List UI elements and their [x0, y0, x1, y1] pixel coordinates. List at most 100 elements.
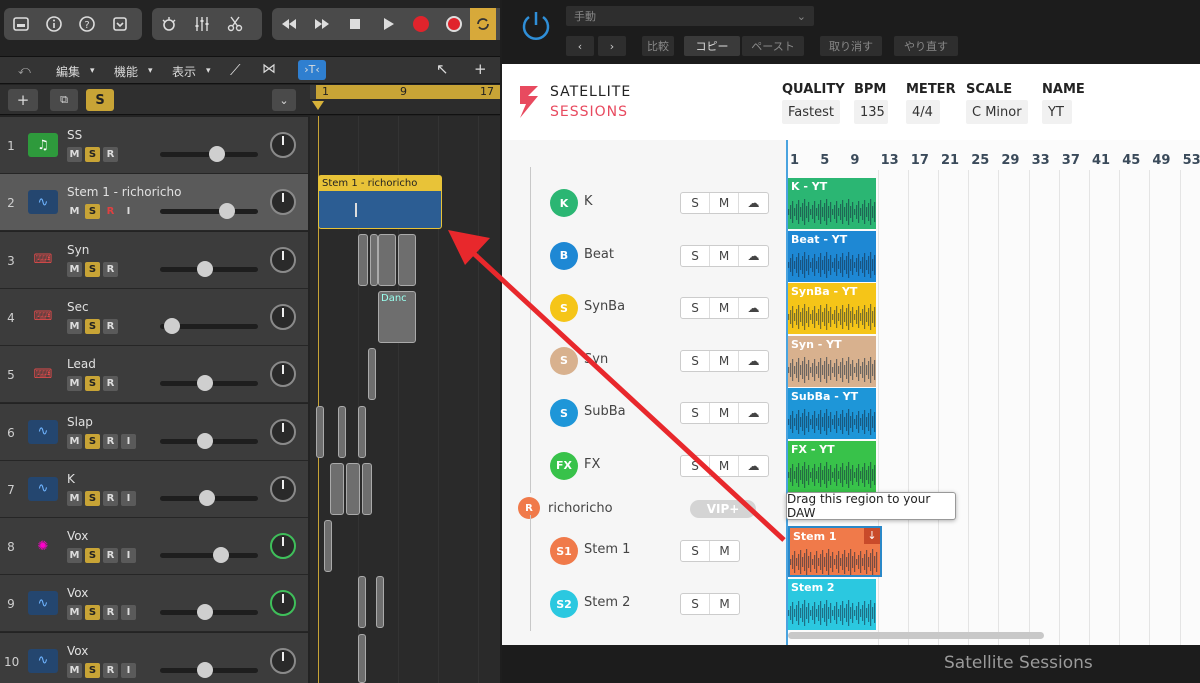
- pan-knob[interactable]: [270, 189, 296, 216]
- volume-slider-knob[interactable]: [164, 317, 181, 334]
- track-input-monitor-button[interactable]: I: [121, 433, 136, 449]
- track-solo-button[interactable]: S: [85, 147, 100, 162]
- track-record-enable-button[interactable]: R: [103, 204, 118, 220]
- stem-mute-button[interactable]: M: [710, 298, 739, 318]
- menu-edit[interactable]: 編集: [56, 63, 80, 80]
- track-name[interactable]: Sec: [67, 300, 89, 314]
- track-name[interactable]: Lead: [67, 357, 96, 371]
- audio-region[interactable]: [324, 520, 332, 572]
- quality-value[interactable]: Fastest: [782, 100, 840, 124]
- track-solo-button[interactable]: S: [85, 433, 100, 449]
- volume-slider[interactable]: [160, 317, 258, 334]
- playhead-icon[interactable]: [312, 101, 324, 110]
- volume-slider[interactable]: [160, 432, 258, 449]
- library-icon[interactable]: [4, 8, 37, 40]
- cycle-region[interactable]: [316, 85, 500, 99]
- track-input-monitor-button[interactable]: I: [121, 490, 136, 506]
- cloud-download-icon[interactable]: ☁: [739, 351, 768, 371]
- stem-row[interactable]: FX FX S M ☁: [502, 429, 786, 493]
- track-record-enable-button[interactable]: R: [103, 261, 118, 277]
- track-input-monitor-button[interactable]: I: [121, 605, 136, 621]
- volume-slider-knob[interactable]: [209, 146, 226, 162]
- track-record-enable-button[interactable]: R: [103, 490, 118, 506]
- catch-icon[interactable]: ›T‹: [298, 60, 326, 80]
- info-icon[interactable]: [37, 8, 70, 40]
- stem-row[interactable]: S2 Stem 2 S M: [502, 568, 786, 631]
- crosshair-tool-icon[interactable]: +: [474, 60, 487, 78]
- compare-button[interactable]: 比較: [642, 36, 674, 56]
- pan-knob[interactable]: [270, 418, 296, 445]
- track-row[interactable]: 3 ⌨ Syn MSR: [0, 231, 308, 289]
- redo-button[interactable]: やり直す: [894, 36, 958, 56]
- stem-solo-button[interactable]: S: [681, 193, 710, 213]
- undo-button[interactable]: 取り消す: [820, 36, 882, 56]
- track-record-enable-button[interactable]: R: [103, 433, 118, 449]
- cycle-icon[interactable]: [470, 8, 496, 40]
- volume-slider[interactable]: [160, 661, 258, 678]
- vip-badge[interactable]: VIP+: [690, 500, 756, 518]
- track-mute-button[interactable]: M: [67, 662, 82, 678]
- track-name[interactable]: K: [67, 472, 75, 486]
- stem-region[interactable]: FX - YT: [788, 440, 876, 492]
- stem-region[interactable]: K - YT: [788, 178, 876, 229]
- audio-region[interactable]: [338, 406, 346, 458]
- track-input-monitor-button[interactable]: I: [121, 204, 136, 220]
- track-record-enable-button[interactable]: R: [103, 605, 118, 621]
- track-input-monitor-button[interactable]: I: [121, 662, 136, 678]
- bpm-value[interactable]: 135: [854, 100, 888, 124]
- volume-slider-knob[interactable]: [196, 375, 213, 392]
- midi-region[interactable]: [368, 348, 376, 400]
- stem-region[interactable]: SubBa - YT: [788, 388, 876, 439]
- meter-value[interactable]: 4/4: [906, 100, 940, 124]
- paste-button[interactable]: ペースト: [742, 36, 804, 56]
- track-mute-button[interactable]: M: [67, 376, 82, 392]
- track-name[interactable]: Vox: [67, 586, 88, 600]
- audio-region[interactable]: [346, 463, 360, 515]
- duplicate-track-icon[interactable]: ⧉: [50, 89, 78, 111]
- audio-region[interactable]: [362, 463, 372, 515]
- audio-region[interactable]: [316, 406, 324, 458]
- track-record-enable-button[interactable]: R: [103, 376, 118, 392]
- volume-slider[interactable]: [160, 260, 258, 277]
- stem-mute-button[interactable]: M: [710, 541, 739, 561]
- track-solo-button[interactable]: S: [85, 490, 100, 506]
- stop-icon[interactable]: [338, 8, 371, 40]
- region-stem1[interactable]: Stem 1 - richoricho: [318, 175, 442, 229]
- track-solo-button[interactable]: S: [85, 204, 100, 220]
- collapse-icon[interactable]: ⌄: [272, 89, 296, 111]
- mixer-icon[interactable]: [185, 8, 218, 40]
- pan-knob[interactable]: [270, 533, 296, 560]
- track-mute-button[interactable]: M: [67, 204, 82, 220]
- stem-mute-button[interactable]: M: [710, 455, 739, 476]
- track-row[interactable]: 1 ♫ SS MSR: [0, 117, 308, 174]
- stem-mute-button[interactable]: M: [710, 403, 739, 423]
- automation-icon[interactable]: ⟋: [230, 61, 241, 79]
- volume-slider[interactable]: [160, 489, 258, 506]
- scissors-icon[interactable]: [218, 8, 251, 40]
- stem-region[interactable]: Stem 1 ↓: [788, 526, 882, 577]
- menu-view[interactable]: 表示: [172, 63, 196, 80]
- volume-slider-knob[interactable]: [196, 661, 213, 678]
- volume-slider-knob[interactable]: [219, 203, 236, 220]
- track-input-monitor-button[interactable]: I: [121, 548, 136, 564]
- pan-knob[interactable]: [270, 361, 296, 388]
- track-record-enable-button[interactable]: R: [103, 147, 118, 162]
- track-mute-button[interactable]: M: [67, 318, 82, 334]
- track-row[interactable]: 10 ∿ Vox MSRI: [0, 632, 308, 683]
- track-record-enable-button[interactable]: R: [103, 662, 118, 678]
- audio-region[interactable]: [358, 406, 366, 458]
- audio-region[interactable]: [330, 463, 344, 515]
- arrange-area[interactable]: Stem 1 - richoricho Danc: [310, 116, 500, 683]
- midi-region[interactable]: [378, 234, 396, 286]
- track-solo-button[interactable]: S: [85, 318, 100, 334]
- menu-function[interactable]: 機能: [114, 63, 138, 80]
- cloud-download-icon[interactable]: ☁: [739, 298, 768, 318]
- track-solo-button[interactable]: S: [85, 662, 100, 678]
- cycle-ruler[interactable]: 1 9 17: [310, 85, 500, 99]
- help-icon[interactable]: ?: [70, 8, 103, 40]
- capture-record-icon[interactable]: [437, 8, 470, 40]
- stem-solo-button[interactable]: S: [681, 403, 710, 423]
- track-solo-button[interactable]: S: [85, 548, 100, 564]
- horizontal-scrollbar[interactable]: [788, 632, 1044, 639]
- track-mute-button[interactable]: M: [67, 605, 82, 621]
